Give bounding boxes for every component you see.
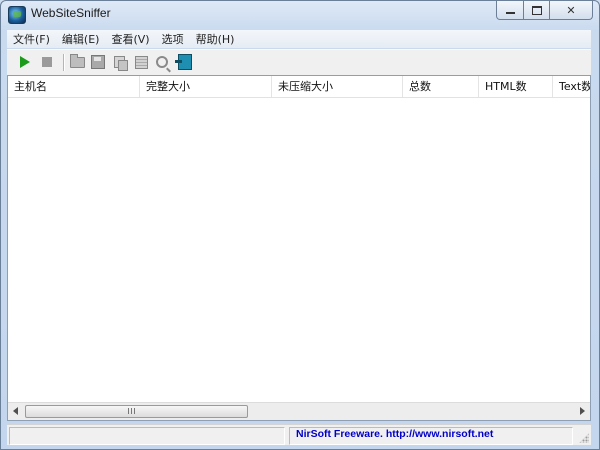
find-button[interactable] (154, 54, 170, 70)
scroll-right-icon[interactable] (580, 407, 585, 415)
menu-bar: 文件(F) 编辑(E) 查看(V) 选项 帮助(H) (7, 30, 591, 48)
column-html-count[interactable]: HTML数 (479, 76, 553, 97)
horizontal-scrollbar[interactable] (8, 402, 590, 420)
status-cell-main (9, 427, 285, 445)
find-icon (156, 56, 168, 68)
play-icon (20, 56, 30, 68)
toolbar (7, 49, 591, 76)
window-controls: ✕ (496, 1, 593, 21)
maximize-button[interactable] (524, 1, 550, 20)
window-title: WebSiteSniffer (31, 6, 111, 20)
start-capture-button[interactable] (17, 54, 33, 70)
exit-button[interactable] (175, 54, 193, 70)
close-button[interactable]: ✕ (550, 1, 593, 20)
toolbar-separator (63, 54, 64, 71)
properties-button[interactable] (133, 54, 149, 70)
column-total-count[interactable]: 总数 (403, 76, 479, 97)
sites-list[interactable]: 主机名 完整大小 未压缩大小 总数 HTML数 Text数 (7, 75, 591, 421)
save-icon (91, 55, 105, 69)
title-bar[interactable]: WebSiteSniffer ✕ (1, 1, 599, 29)
resize-grip-icon[interactable] (579, 433, 589, 443)
exit-icon (175, 54, 192, 70)
globe-icon[interactable] (8, 6, 26, 24)
close-icon: ✕ (566, 3, 576, 17)
menu-file[interactable]: 文件(F) (7, 31, 56, 47)
stop-icon (42, 57, 52, 67)
menu-edit[interactable]: 编辑(E) (56, 31, 106, 47)
minimize-button[interactable] (496, 1, 524, 20)
scroll-thumb[interactable] (25, 405, 248, 418)
scroll-left-icon[interactable] (13, 407, 18, 415)
status-bar: NirSoft Freeware. http://www.nirsoft.net (7, 424, 591, 445)
menu-options[interactable]: 选项 (156, 31, 190, 47)
menu-help[interactable]: 帮助(H) (190, 31, 241, 47)
column-full-size[interactable]: 完整大小 (140, 76, 272, 97)
maximize-icon (531, 5, 542, 15)
column-hostname[interactable]: 主机名 (8, 76, 140, 97)
minimize-icon (505, 12, 515, 14)
folder-icon (69, 53, 85, 68)
list-header: 主机名 完整大小 未压缩大小 总数 HTML数 Text数 (8, 76, 590, 98)
column-text-count[interactable]: Text数 (553, 76, 590, 97)
menu-view[interactable]: 查看(V) (105, 31, 155, 47)
open-folder-button[interactable] (69, 53, 85, 70)
copy-icon (113, 56, 128, 71)
properties-icon (134, 55, 148, 69)
save-button[interactable] (90, 54, 106, 70)
copy-button[interactable] (111, 54, 128, 71)
stop-capture-button[interactable] (39, 54, 55, 70)
main-window: WebSiteSniffer ✕ 文件(F) 编辑(E) 查看(V) 选项 帮助… (0, 0, 600, 450)
column-uncompressed-size[interactable]: 未压缩大小 (272, 76, 403, 97)
grip-icon (128, 408, 137, 414)
nirsoft-link[interactable]: NirSoft Freeware. http://www.nirsoft.net (296, 428, 493, 440)
